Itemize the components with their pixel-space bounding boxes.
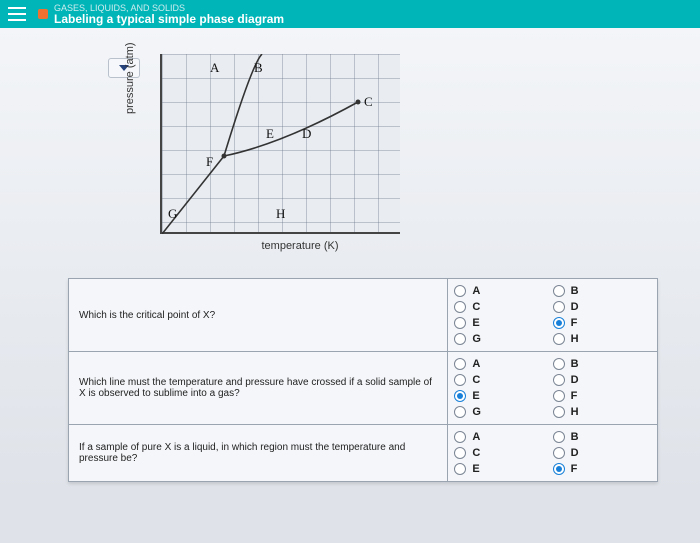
option-label: C <box>472 301 480 313</box>
option-label: B <box>571 285 579 297</box>
radio-e[interactable] <box>454 317 466 329</box>
option-label: E <box>472 317 479 329</box>
option: B <box>553 429 651 445</box>
option: A <box>454 283 552 299</box>
option: D <box>553 299 651 315</box>
option-label: D <box>571 374 579 386</box>
option: B <box>553 356 651 372</box>
option-label: G <box>472 406 481 418</box>
radio-b[interactable] <box>553 285 565 297</box>
module-chip-icon <box>38 9 48 19</box>
option-label: D <box>571 447 579 459</box>
option-label: A <box>472 431 480 443</box>
radio-b[interactable] <box>553 431 565 443</box>
label-c: C <box>364 94 373 110</box>
radio-e[interactable] <box>454 390 466 402</box>
radio-d[interactable] <box>553 447 565 459</box>
radio-a[interactable] <box>454 358 466 370</box>
option: E <box>454 315 552 331</box>
radio-g[interactable] <box>454 333 466 345</box>
option: C <box>454 372 552 388</box>
label-g: G <box>168 206 177 222</box>
label-h: H <box>276 206 285 222</box>
radio-b[interactable] <box>553 358 565 370</box>
radio-c[interactable] <box>454 301 466 313</box>
option-label: F <box>571 317 578 329</box>
radio-c[interactable] <box>454 374 466 386</box>
question-text: Which line must the temperature and pres… <box>69 352 448 425</box>
option-label: A <box>472 358 480 370</box>
option-label: F <box>571 390 578 402</box>
diagram-grid: A B C D E F G H <box>160 54 400 234</box>
option-label: E <box>472 390 479 402</box>
option-label: A <box>472 285 480 297</box>
answer-options: A B C D E F <box>448 425 658 482</box>
label-b: B <box>254 60 263 76</box>
radio-h[interactable] <box>553 406 565 418</box>
option: B <box>553 283 651 299</box>
question-table: Which is the critical point of X? A B C D E F G… <box>68 278 658 482</box>
option: D <box>553 372 651 388</box>
option: C <box>454 299 552 315</box>
page-title: Labeling a typical simple phase diagram <box>54 13 284 25</box>
option: G <box>454 404 552 420</box>
option: C <box>454 445 552 461</box>
option: F <box>553 388 651 404</box>
radio-e[interactable] <box>454 463 466 475</box>
option-label: G <box>472 333 481 345</box>
radio-f[interactable] <box>553 390 565 402</box>
option: A <box>454 429 552 445</box>
option: G <box>454 331 552 347</box>
menu-icon[interactable] <box>8 7 26 21</box>
option: E <box>454 461 552 477</box>
point-triple <box>222 154 227 159</box>
y-axis-label: pressure (atm) <box>124 42 136 114</box>
option: F <box>553 461 651 477</box>
point-critical <box>356 100 361 105</box>
app-header: GASES, LIQUIDS, AND SOLIDS Labeling a ty… <box>0 0 700 28</box>
radio-g[interactable] <box>454 406 466 418</box>
content-area: pressure (atm) A B C D E F G H temperatu… <box>0 28 700 543</box>
label-a: A <box>210 60 219 76</box>
option-label: B <box>571 358 579 370</box>
answer-options: A B C D E F G H <box>448 352 658 425</box>
label-d: D <box>302 126 311 142</box>
option: H <box>553 404 651 420</box>
question-row: Which line must the temperature and pres… <box>69 352 658 425</box>
radio-c[interactable] <box>454 447 466 459</box>
option-label: H <box>571 406 579 418</box>
radio-f[interactable] <box>553 317 565 329</box>
radio-a[interactable] <box>454 285 466 297</box>
question-row: If a sample of pure X is a liquid, in wh… <box>69 425 658 482</box>
option-label: C <box>472 374 480 386</box>
radio-f[interactable] <box>553 463 565 475</box>
option: F <box>553 315 651 331</box>
label-e: E <box>266 126 274 142</box>
radio-h[interactable] <box>553 333 565 345</box>
question-text: If a sample of pure X is a liquid, in wh… <box>69 425 448 482</box>
option-label: C <box>472 447 480 459</box>
radio-a[interactable] <box>454 431 466 443</box>
x-axis-label: temperature (K) <box>150 240 450 252</box>
phase-diagram: pressure (atm) A B C D E F G H temperatu… <box>150 54 450 252</box>
option-label: B <box>571 431 579 443</box>
option-label: F <box>571 463 578 475</box>
radio-d[interactable] <box>553 374 565 386</box>
answer-options: A B C D E F G H <box>448 279 658 352</box>
question-row: Which is the critical point of X? A B C D E F G… <box>69 279 658 352</box>
radio-d[interactable] <box>553 301 565 313</box>
option: D <box>553 445 651 461</box>
option: E <box>454 388 552 404</box>
question-text: Which is the critical point of X? <box>69 279 448 352</box>
option: H <box>553 331 651 347</box>
option: A <box>454 356 552 372</box>
option-label: H <box>571 333 579 345</box>
option-label: D <box>571 301 579 313</box>
option-label: E <box>472 463 479 475</box>
label-f: F <box>206 154 213 170</box>
